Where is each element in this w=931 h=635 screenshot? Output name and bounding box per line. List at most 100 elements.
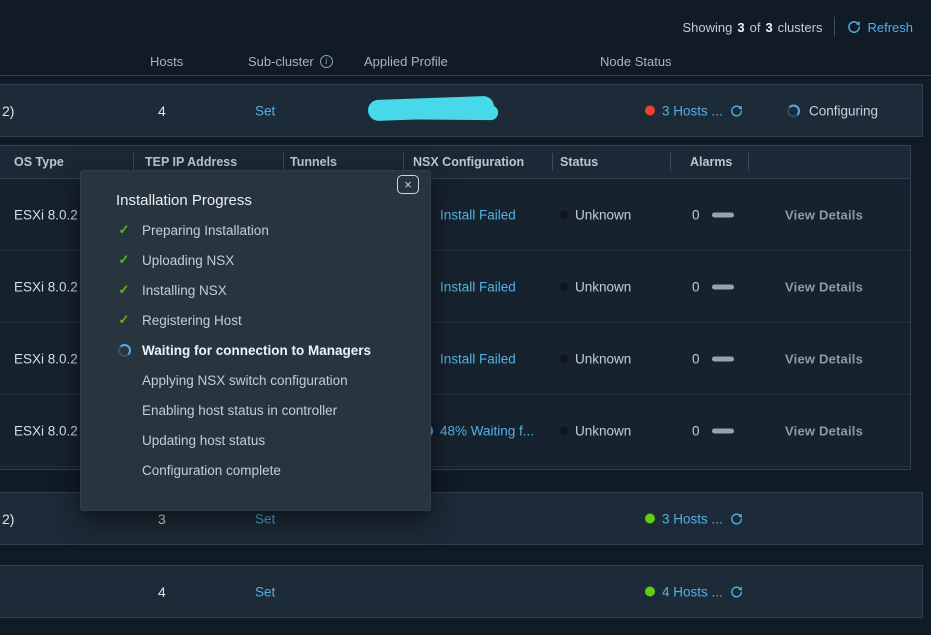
node-status-cell: 4 Hosts ... bbox=[645, 584, 743, 599]
cluster-row-collapsed: 4 Set 4 Hosts ... bbox=[0, 565, 923, 618]
nsx-config-link[interactable]: 48% Waiting f... bbox=[440, 423, 534, 438]
host-os-type: ESXi 8.0.2 bbox=[14, 279, 78, 294]
column-hosts: Hosts bbox=[150, 54, 183, 69]
topbar-divider bbox=[834, 17, 835, 37]
pending-step-spacer bbox=[116, 462, 132, 478]
header-nsx-configuration: NSX Configuration bbox=[413, 155, 524, 169]
refresh-button[interactable]: Refresh bbox=[847, 20, 913, 35]
column-divider bbox=[552, 153, 553, 171]
cluster-hosts-count: 3 bbox=[158, 511, 166, 527]
step-label: Waiting for connection to Managers bbox=[142, 343, 371, 358]
install-step: Applying NSX switch configuration bbox=[116, 365, 418, 395]
step-label: Enabling host status in controller bbox=[142, 403, 337, 418]
header-status: Status bbox=[560, 155, 598, 169]
alarms-sparkline bbox=[712, 212, 734, 217]
cluster-hosts-count: 4 bbox=[158, 584, 166, 600]
sub-cluster-set-link[interactable]: Set bbox=[255, 584, 275, 599]
step-label: Uploading NSX bbox=[142, 253, 234, 268]
check-icon: ✓ bbox=[116, 222, 132, 238]
install-step: ✓ Installing NSX bbox=[116, 275, 418, 305]
install-step: ✓ Uploading NSX bbox=[116, 245, 418, 275]
alarms-sparkline bbox=[712, 428, 734, 433]
status-dot-unknown-icon bbox=[559, 210, 568, 219]
grid-column-headers: Hosts Sub-cluster i Applied Profile Node… bbox=[0, 52, 931, 76]
refresh-label: Refresh bbox=[867, 20, 913, 35]
host-os-type: ESXi 8.0.2 bbox=[14, 207, 78, 222]
pending-step-spacer bbox=[116, 402, 132, 418]
node-status-link[interactable]: 3 Hosts ... bbox=[662, 511, 723, 526]
host-status-label: Unknown bbox=[575, 423, 631, 438]
step-label: Updating host status bbox=[142, 433, 265, 448]
cluster-hosts-count: 4 bbox=[158, 103, 166, 119]
check-icon: ✓ bbox=[116, 312, 132, 328]
alarms-count: 0 bbox=[692, 423, 700, 438]
nsx-config-link[interactable]: Install Failed bbox=[440, 351, 516, 366]
close-button[interactable]: × bbox=[397, 175, 419, 194]
install-step: ✓ Registering Host bbox=[116, 305, 418, 335]
nsx-clusters-screen: Showing 3 of 3 clusters Refresh Hosts Su… bbox=[0, 0, 931, 635]
step-label: Applying NSX switch configuration bbox=[142, 373, 348, 388]
refresh-icon[interactable] bbox=[730, 104, 743, 117]
header-os-type: OS Type bbox=[14, 155, 64, 169]
host-status-cell: Unknown bbox=[559, 279, 631, 294]
sub-cluster-set-link[interactable]: Set bbox=[255, 103, 275, 118]
column-divider bbox=[403, 153, 404, 171]
header-alarms: Alarms bbox=[690, 155, 732, 169]
node-status-cell: 3 Hosts ... bbox=[645, 511, 743, 526]
installation-steps: ✓ Preparing Installation ✓ Uploading NSX… bbox=[116, 215, 418, 485]
install-step-active: Waiting for connection to Managers bbox=[116, 335, 418, 365]
topbar: Showing 3 of 3 clusters Refresh bbox=[0, 0, 931, 54]
step-label: Installing NSX bbox=[142, 283, 227, 298]
host-os-type: ESXi 8.0.2 bbox=[14, 351, 78, 366]
alarms-count: 0 bbox=[692, 207, 700, 222]
node-status-link[interactable]: 3 Hosts ... bbox=[662, 103, 723, 118]
spinner-icon bbox=[787, 104, 800, 117]
view-details-link[interactable]: View Details bbox=[785, 279, 863, 294]
of-text: of bbox=[750, 20, 761, 35]
nsx-config-progress-cell: 48% Waiting f... bbox=[420, 423, 534, 438]
column-divider bbox=[670, 153, 671, 171]
status-dot-green-icon bbox=[645, 587, 655, 597]
column-sub-cluster-label: Sub-cluster bbox=[248, 54, 314, 69]
alarms-count: 0 bbox=[692, 279, 700, 294]
header-tunnels: Tunnels bbox=[290, 155, 337, 169]
alarms-sparkline bbox=[712, 284, 734, 289]
status-dot-red-icon bbox=[645, 106, 655, 116]
node-status-link[interactable]: 4 Hosts ... bbox=[662, 584, 723, 599]
node-status-cell: 3 Hosts ... bbox=[645, 103, 743, 118]
cluster-name-fragment: 2) bbox=[2, 103, 14, 119]
refresh-icon[interactable] bbox=[730, 512, 743, 525]
host-status-label: Unknown bbox=[575, 351, 631, 366]
install-step: Updating host status bbox=[116, 425, 418, 455]
check-icon: ✓ bbox=[116, 282, 132, 298]
install-step: Configuration complete bbox=[116, 455, 418, 485]
info-icon[interactable]: i bbox=[320, 55, 333, 68]
cluster-name-fragment: 2) bbox=[2, 511, 14, 527]
install-step: Enabling host status in controller bbox=[116, 395, 418, 425]
step-label: Registering Host bbox=[142, 313, 242, 328]
view-details-link[interactable]: View Details bbox=[785, 207, 863, 222]
host-status-cell: Unknown bbox=[559, 207, 631, 222]
pending-step-spacer bbox=[116, 372, 132, 388]
showing-prefix: Showing bbox=[682, 20, 732, 35]
spinner-icon bbox=[116, 342, 132, 358]
refresh-icon[interactable] bbox=[730, 585, 743, 598]
nsx-config-link[interactable]: Install Failed bbox=[440, 279, 516, 294]
nsx-config-link[interactable]: Install Failed bbox=[440, 207, 516, 222]
view-details-link[interactable]: View Details bbox=[785, 423, 863, 438]
column-applied-profile: Applied Profile bbox=[364, 54, 448, 69]
total-count: 3 bbox=[765, 20, 772, 35]
cluster-state-cell: Configuring bbox=[787, 103, 878, 118]
step-label: Preparing Installation bbox=[142, 223, 269, 238]
column-node-status: Node Status bbox=[600, 54, 672, 69]
header-tep-ip: TEP IP Address bbox=[145, 155, 237, 169]
column-sub-cluster: Sub-cluster i bbox=[248, 54, 333, 69]
view-details-link[interactable]: View Details bbox=[785, 351, 863, 366]
sub-cluster-set-link[interactable]: Set bbox=[255, 511, 275, 526]
host-status-label: Unknown bbox=[575, 207, 631, 222]
host-status-label: Unknown bbox=[575, 279, 631, 294]
refresh-icon bbox=[847, 20, 861, 34]
showing-clusters-text: Showing 3 of 3 clusters bbox=[682, 20, 822, 35]
alarms-count: 0 bbox=[692, 351, 700, 366]
check-icon: ✓ bbox=[116, 252, 132, 268]
